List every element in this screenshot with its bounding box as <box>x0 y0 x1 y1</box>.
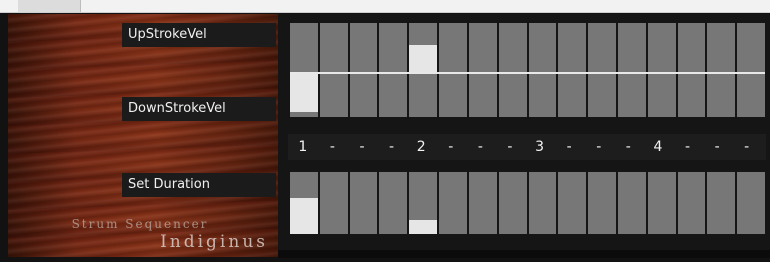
velocity-step-14[interactable] <box>677 23 706 117</box>
beat-marker: - <box>625 139 631 155</box>
beat-marker: - <box>477 139 483 155</box>
beat-marker: - <box>359 139 365 155</box>
beat-marker: - <box>507 139 513 155</box>
downstroke-velocity-bar <box>290 74 318 112</box>
duration-bar <box>290 198 318 234</box>
duration-step-1[interactable] <box>290 172 318 234</box>
duration-step-11[interactable] <box>588 172 616 234</box>
beat-marker: - <box>714 139 720 155</box>
velocity-step-3[interactable] <box>349 23 378 117</box>
duration-step-8[interactable] <box>498 172 527 234</box>
beat-marker: - <box>684 139 691 155</box>
duration-step-14[interactable] <box>677 172 706 234</box>
velocity-step-4[interactable] <box>379 23 408 117</box>
upstroke-velocity-bar <box>409 45 438 72</box>
duration-step-7[interactable] <box>468 172 497 234</box>
beat-marker: 1 <box>298 139 308 155</box>
duration-step-5[interactable] <box>409 172 438 234</box>
beat-marker: 3 <box>535 139 544 155</box>
duration-step-4[interactable] <box>379 172 408 234</box>
velocity-step-8[interactable] <box>498 23 527 117</box>
duration-step-6[interactable] <box>439 172 467 234</box>
velocity-step-13[interactable] <box>647 23 676 117</box>
beat-marker: - <box>596 139 602 155</box>
velocity-step-grid <box>290 23 765 117</box>
duration-step-13[interactable] <box>647 172 676 234</box>
duration-step-16[interactable] <box>737 172 765 234</box>
duration-step-10[interactable] <box>558 172 587 234</box>
top-bar <box>0 0 770 13</box>
duration-step-2[interactable] <box>319 172 348 234</box>
duration-step-15[interactable] <box>707 172 736 234</box>
velocity-step-7[interactable] <box>468 23 497 117</box>
duration-step-9[interactable] <box>528 172 557 234</box>
velocity-center-line <box>290 72 765 74</box>
velocity-step-10[interactable] <box>558 23 587 117</box>
downstroke-velocity-label: DownStrokeVel <box>122 97 276 121</box>
beat-ruler: 1 - - - 2 - - - 3 - - - 4 - - - <box>288 134 766 160</box>
velocity-step-9[interactable] <box>528 23 557 117</box>
velocity-step-16[interactable] <box>737 23 765 117</box>
velocity-step-15[interactable] <box>707 23 736 117</box>
beat-marker: - <box>566 139 572 155</box>
set-duration-label: Set Duration <box>122 173 276 197</box>
top-tab[interactable] <box>18 0 81 12</box>
bottom-shade <box>278 250 770 258</box>
brand-indiginus: Indiginus <box>160 232 268 252</box>
velocity-step-6[interactable] <box>439 23 467 117</box>
duration-bar <box>409 220 438 234</box>
upstroke-velocity-label: UpStrokeVel <box>122 23 276 47</box>
duration-step-grid <box>290 172 765 234</box>
velocity-step-1[interactable] <box>290 23 318 117</box>
beat-marker: - <box>448 139 454 155</box>
duration-step-3[interactable] <box>349 172 378 234</box>
beat-marker: 2 <box>416 139 426 155</box>
velocity-step-2[interactable] <box>319 23 348 117</box>
beat-marker: 4 <box>653 139 663 155</box>
velocity-step-12[interactable] <box>617 23 646 117</box>
brand-strum-sequencer: Strum Sequencer <box>71 217 209 231</box>
velocity-step-5[interactable] <box>409 23 438 117</box>
beat-marker: - <box>389 139 395 155</box>
velocity-step-11[interactable] <box>588 23 616 117</box>
beat-marker: - <box>744 139 750 155</box>
beat-marker: - <box>329 139 335 155</box>
duration-step-12[interactable] <box>617 172 646 234</box>
